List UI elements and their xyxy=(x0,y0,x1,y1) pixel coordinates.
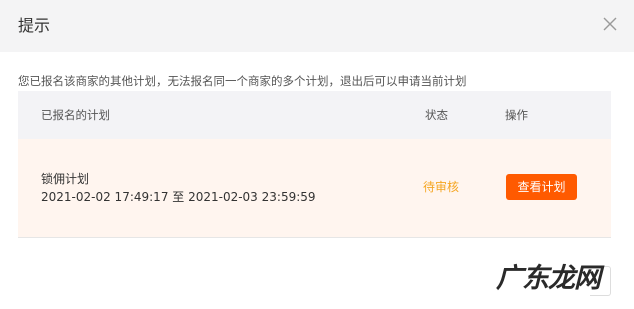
plans-table: 已报名的计划 状态 操作 锁佣计划 2021-02-02 17:49:17 至 … xyxy=(18,91,611,238)
table-row: 锁佣计划 2021-02-02 17:49:17 至 2021-02-03 23… xyxy=(18,139,611,238)
column-header-status: 状态 xyxy=(425,108,448,122)
close-icon xyxy=(603,17,617,31)
table-header: 已报名的计划 状态 操作 xyxy=(18,91,611,139)
plan-time-range: 2021-02-02 17:49:17 至 2021-02-03 23:59:5… xyxy=(41,190,316,204)
dialog: 提示 您已报名该商家的其他计划，无法报名同一个商家的多个计划，退出后可以申请当前… xyxy=(0,0,634,309)
status-badge: 待审核 xyxy=(423,180,460,194)
watermark-logo: 广东龙网 xyxy=(496,263,601,294)
column-header-action: 操作 xyxy=(505,108,528,122)
column-header-plan: 已报名的计划 xyxy=(41,108,110,122)
dialog-header: 提示 xyxy=(0,0,634,52)
plan-name: 锁佣计划 xyxy=(41,172,90,186)
notice-text: 您已报名该商家的其他计划，无法报名同一个商家的多个计划，退出后可以申请当前计划 xyxy=(18,74,467,88)
view-plan-button[interactable]: 查看计划 xyxy=(506,174,577,200)
dialog-title: 提示 xyxy=(18,16,51,35)
close-button[interactable] xyxy=(600,14,620,34)
